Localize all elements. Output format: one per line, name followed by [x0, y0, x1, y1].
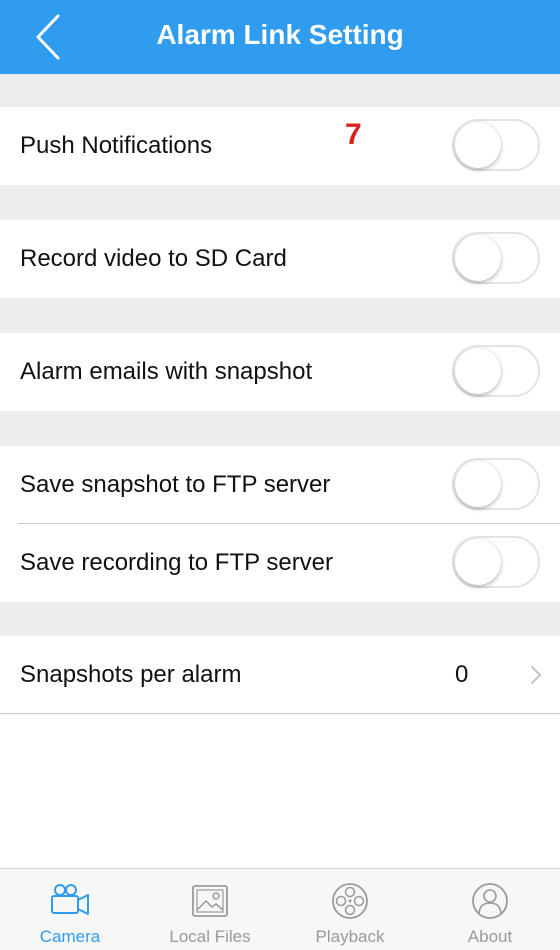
push-notifications-row: Push Notifications [0, 107, 560, 185]
tab-playback-label: Playback [315, 927, 385, 946]
snapshots-per-alarm-label: Snapshots per alarm [20, 661, 242, 688]
push-notifications-toggle[interactable] [452, 119, 540, 171]
record-sd-toggle[interactable] [452, 232, 540, 284]
alarm-emails-label: Alarm emails with snapshot [20, 358, 313, 385]
snapshots-per-alarm-row[interactable]: Snapshots per alarm 0 [0, 636, 560, 714]
alarm-emails-toggle[interactable] [452, 345, 540, 397]
section-gap [0, 74, 560, 107]
user-circle-icon [472, 883, 508, 919]
ftp-recording-toggle[interactable] [452, 536, 540, 588]
tab-about-label: About [467, 927, 513, 946]
ftp-snapshot-row: Save snapshot to FTP server [0, 446, 560, 524]
tab-camera[interactable]: Camera [0, 869, 140, 950]
ftp-recording-row: Save recording to FTP server [0, 524, 560, 602]
row-divider [0, 713, 560, 714]
record-sd-row: Record video to SD Card [0, 220, 560, 298]
section-gap [0, 185, 560, 220]
section-gap [0, 411, 560, 446]
ftp-recording-label: Save recording to FTP server [20, 549, 334, 576]
section-gap [0, 602, 560, 636]
toggle-knob [455, 539, 501, 585]
record-sd-label: Record video to SD Card [20, 245, 287, 272]
tab-bar: Camera Local Files Playback About [0, 868, 560, 950]
ftp-snapshot-label: Save snapshot to FTP server [20, 471, 331, 498]
alarm-emails-row: Alarm emails with snapshot [0, 333, 560, 411]
tab-about[interactable]: About [420, 869, 560, 950]
toggle-knob [455, 235, 501, 281]
toggle-knob [455, 122, 501, 168]
tab-camera-label: Camera [39, 927, 101, 946]
chevron-right-icon [531, 666, 541, 684]
tab-playback[interactable]: Playback [280, 869, 420, 950]
ftp-snapshot-toggle[interactable] [452, 458, 540, 510]
toggle-knob [455, 461, 501, 507]
camera-icon [51, 884, 89, 915]
annotation-number: 7 [345, 118, 362, 151]
tab-local-files-label: Local Files [169, 927, 251, 946]
toggle-knob [455, 348, 501, 394]
film-reel-icon [332, 883, 368, 919]
picture-icon [192, 885, 228, 917]
push-notifications-label: Push Notifications [20, 132, 213, 159]
tab-local-files[interactable]: Local Files [140, 869, 280, 950]
snapshots-per-alarm-value: 0 [455, 661, 469, 688]
page-title: Alarm Link Setting [156, 19, 404, 50]
section-gap [0, 298, 560, 333]
navigation-bar: Alarm Link Setting [0, 0, 560, 74]
